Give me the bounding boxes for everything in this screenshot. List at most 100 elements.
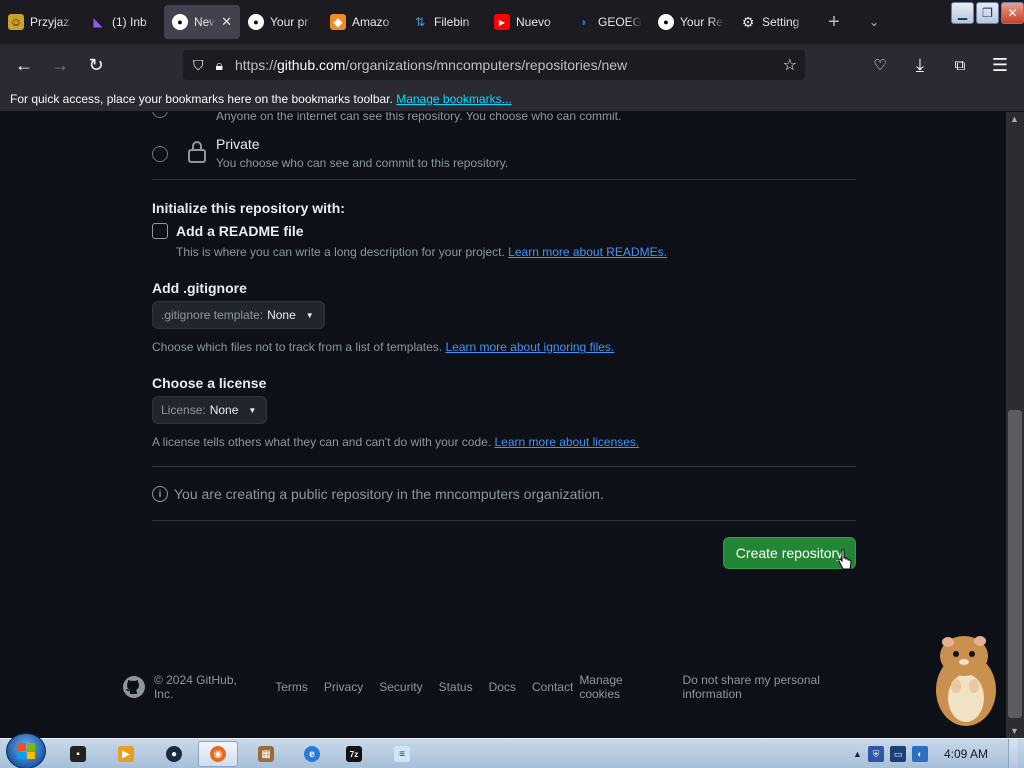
lock-icon[interactable]: 🔒︎ bbox=[216, 57, 223, 74]
footer-link-status[interactable]: Status bbox=[439, 680, 473, 694]
tab-settings[interactable]: ⚙ Setting bbox=[732, 5, 814, 39]
youtube-icon: ▶ bbox=[494, 14, 510, 30]
footer-link-privacy[interactable]: Privacy bbox=[324, 680, 363, 694]
taskbar-app-notepad[interactable]: ≡ bbox=[382, 741, 422, 767]
tab-your-repositories[interactable]: ● Your Re bbox=[650, 5, 732, 39]
new-tab-icon[interactable]: + bbox=[814, 11, 854, 34]
github-logo-icon[interactable] bbox=[122, 675, 146, 699]
page-footer: © 2024 GitHub, Inc. Terms Privacy Securi… bbox=[122, 673, 882, 701]
license-select[interactable]: License: None ▼ bbox=[152, 396, 268, 424]
chevron-down-icon[interactable]: ⌄ bbox=[854, 15, 894, 29]
readme-label[interactable]: Add a README file bbox=[176, 223, 304, 239]
network-icon[interactable]: ▭ bbox=[889, 746, 906, 762]
7zip-icon: 7z bbox=[346, 746, 362, 762]
pocket-icon[interactable]: ♡ bbox=[862, 50, 898, 80]
tab-youtube[interactable]: ▶ Nuevo bbox=[486, 5, 568, 39]
tab-strip: ☺ Przyjaz ◣ (1) Inb ● New ✕ ● Your pr ◆ Amazo … bbox=[0, 0, 1024, 44]
taskbar-app-7zip[interactable]: 7z bbox=[334, 741, 374, 767]
copyright: © 2024 GitHub, Inc. bbox=[153, 673, 237, 701]
footer-link-terms[interactable]: Terms bbox=[275, 680, 308, 694]
private-radio[interactable] bbox=[152, 146, 168, 162]
manage-bookmarks-link[interactable]: Manage bookmarks... bbox=[396, 92, 511, 106]
gear-icon: ⚙ bbox=[741, 13, 755, 30]
private-option[interactable]: Private You choose who can see and commi… bbox=[152, 136, 856, 180]
archive-icon: ▦ bbox=[258, 746, 274, 762]
footer-link-docs[interactable]: Docs bbox=[489, 680, 516, 694]
github-icon: ● bbox=[248, 14, 264, 30]
lock-icon bbox=[188, 141, 206, 163]
initialize-heading: Initialize this repository with: bbox=[152, 200, 345, 216]
tab-geoeg[interactable]: ◗ GEOEG bbox=[568, 5, 650, 39]
public-radio[interactable] bbox=[152, 112, 168, 118]
gitignore-select[interactable]: .gitignore template: None ▼ bbox=[152, 301, 325, 329]
close-window-icon[interactable]: ✕ bbox=[1001, 2, 1024, 24]
reload-icon[interactable]: ↻ bbox=[78, 50, 114, 80]
divider bbox=[152, 520, 856, 521]
footer-link-security[interactable]: Security bbox=[379, 680, 422, 694]
taskbar-clock[interactable]: 4:09 AM bbox=[944, 747, 988, 761]
url-bar[interactable]: ⛉ 🔒︎ https://github.com/organizations/mn… bbox=[183, 50, 805, 80]
tab-filebin[interactable]: ⇅ Filebin bbox=[404, 5, 486, 39]
hamster-mascot-icon bbox=[936, 636, 996, 726]
media-player-icon: ▶ bbox=[118, 746, 134, 762]
footer-link-manage-cookies[interactable]: Manage cookies bbox=[579, 673, 666, 701]
url-text: https://github.com/organizations/mncompu… bbox=[234, 57, 628, 73]
start-button[interactable] bbox=[6, 733, 46, 768]
firefox-icon: ◉ bbox=[210, 746, 226, 762]
show-desktop-button[interactable] bbox=[1008, 739, 1018, 768]
tab-new-repository[interactable]: ● New ✕ bbox=[164, 5, 240, 39]
github-icon: ● bbox=[658, 14, 674, 30]
restore-icon[interactable]: ❐ bbox=[976, 2, 999, 24]
tray-expand-icon[interactable]: ▲ bbox=[853, 749, 862, 759]
taskbar-app-firefox[interactable]: ◉ bbox=[198, 741, 238, 767]
footer-link-do-not-share[interactable]: Do not share my personal information bbox=[682, 673, 882, 701]
divider bbox=[152, 466, 856, 467]
taskbar-app-archive[interactable]: ▦ bbox=[246, 741, 286, 767]
proton-mail-icon: ◣ bbox=[93, 15, 103, 29]
hand-cursor-icon bbox=[838, 549, 852, 570]
forward-icon[interactable]: → bbox=[42, 50, 78, 80]
taskbar-app-terminal[interactable]: ▪ bbox=[58, 741, 98, 767]
caret-down-icon: ▼ bbox=[305, 310, 314, 320]
caret-down-icon: ▼ bbox=[248, 405, 257, 415]
private-description: You choose who can see and commit to thi… bbox=[216, 156, 509, 170]
extensions-icon[interactable]: ⧉ bbox=[942, 50, 978, 80]
taskbar-app-internet-explorer[interactable]: e bbox=[292, 741, 332, 767]
create-repository-button[interactable]: Create repository bbox=[723, 537, 856, 569]
taskbar-app-media-player[interactable]: ▶ bbox=[106, 741, 146, 767]
back-icon[interactable]: ← bbox=[6, 50, 42, 80]
bookmark-star-icon[interactable]: ☆ bbox=[783, 55, 797, 75]
tracking-shield-icon[interactable]: ⛉ bbox=[193, 57, 204, 74]
system-tray: ▲ ⛨ ▭ ◐ 4:09 AM bbox=[853, 739, 1024, 768]
shield-icon[interactable]: ⛨ bbox=[867, 746, 884, 762]
scroll-up-icon[interactable]: ▲ bbox=[1010, 114, 1019, 124]
private-title: Private bbox=[216, 136, 260, 152]
tab-your-projects[interactable]: ● Your pr bbox=[240, 5, 322, 39]
internet-explorer-icon: e bbox=[304, 746, 320, 762]
windows-taskbar: ▪ ▶ ● ◉ ▦ e 7z ≡ ▲ ⛨ ▭ ◐ 4:09 AM bbox=[0, 733, 1024, 768]
info-icon: i bbox=[152, 486, 168, 502]
amazon-icon: ◆ bbox=[330, 14, 346, 30]
page-scrollbar[interactable]: ▲ ▼ bbox=[1006, 112, 1024, 738]
page-content: Anyone on the internet can see this repo… bbox=[0, 112, 1006, 738]
tab-inbox[interactable]: ◣ (1) Inb bbox=[82, 5, 164, 39]
volume-icon[interactable]: ◐ bbox=[911, 746, 928, 762]
tab-przyjaz[interactable]: ☺ Przyjaz bbox=[0, 5, 82, 39]
tab-amazon[interactable]: ◆ Amazo bbox=[322, 5, 404, 39]
scroll-thumb[interactable] bbox=[1008, 410, 1022, 718]
license-heading: Choose a license bbox=[152, 375, 267, 391]
site-icon: ☺ bbox=[8, 14, 24, 30]
readme-checkbox[interactable] bbox=[152, 223, 168, 239]
menu-icon[interactable]: ☰ bbox=[982, 50, 1018, 80]
download-icon[interactable]: ⤓ bbox=[902, 50, 938, 80]
readme-learn-more-link[interactable]: Learn more about READMEs. bbox=[508, 245, 667, 259]
close-tab-icon[interactable]: ✕ bbox=[221, 14, 232, 30]
public-description: Anyone on the internet can see this repo… bbox=[216, 112, 622, 123]
ignoring-files-link[interactable]: Learn more about ignoring files. bbox=[445, 340, 614, 354]
taskbar-app-globe[interactable]: ● bbox=[154, 741, 194, 767]
scroll-down-icon[interactable]: ▼ bbox=[1010, 726, 1019, 736]
licenses-link[interactable]: Learn more about licenses. bbox=[495, 435, 640, 449]
divider bbox=[152, 179, 856, 180]
footer-link-contact[interactable]: Contact bbox=[532, 680, 573, 694]
minimize-icon[interactable]: ▁ bbox=[951, 2, 974, 24]
